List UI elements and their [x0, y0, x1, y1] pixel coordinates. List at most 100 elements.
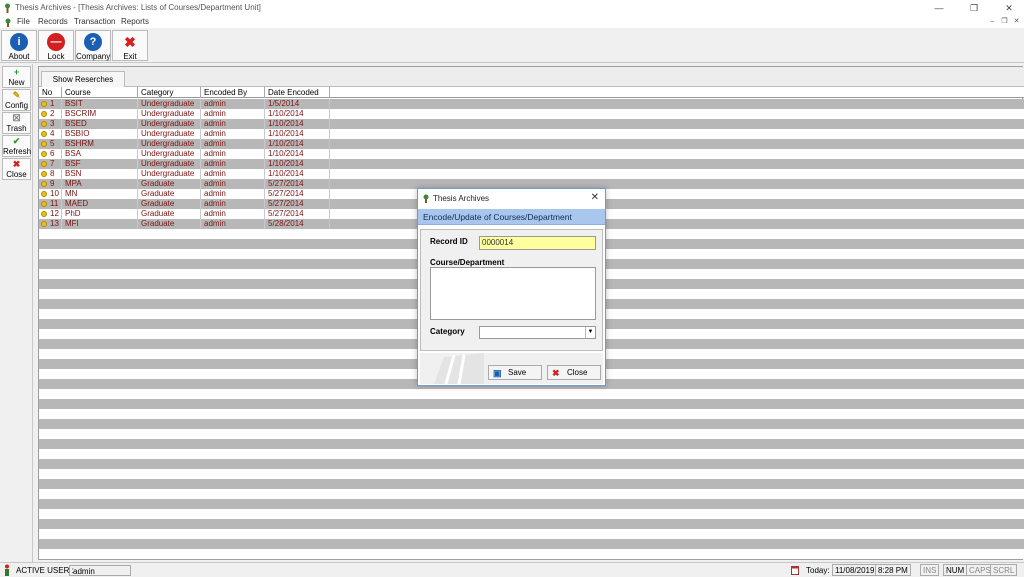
- cell-text: 3: [50, 119, 55, 128]
- table-row[interactable]: 8 BSN Undergraduate admin 1/10/2014: [39, 169, 1024, 179]
- table-cell: 1: [39, 99, 62, 109]
- table-cell: 9: [39, 179, 62, 189]
- empty-row[interactable]: [39, 439, 1024, 449]
- empty-row[interactable]: [39, 429, 1024, 439]
- cell-text: Graduate: [141, 199, 175, 208]
- restore-button[interactable]: ❐: [962, 0, 986, 16]
- course-department-field[interactable]: [430, 267, 596, 320]
- table-cell: 5/27/2014: [265, 199, 330, 209]
- table-cell: 12: [39, 209, 62, 219]
- minimize-button[interactable]: —: [927, 0, 951, 16]
- lock-button[interactable]: — Lock: [38, 30, 74, 61]
- empty-row[interactable]: [39, 399, 1024, 409]
- menu-file[interactable]: File: [17, 17, 30, 26]
- category-select[interactable]: ▼: [479, 326, 596, 339]
- empty-row[interactable]: [39, 549, 1024, 559]
- company-button[interactable]: ? Company: [75, 30, 111, 61]
- about-button[interactable]: i About: [1, 30, 37, 61]
- dialog-close-icon[interactable]: ✕: [591, 192, 599, 203]
- table-cell: 1/10/2014: [265, 149, 330, 159]
- column-header-category[interactable]: Category: [138, 87, 201, 98]
- empty-row[interactable]: [39, 489, 1024, 499]
- table-cell: admin: [201, 129, 265, 139]
- menu-reports[interactable]: Reports: [121, 17, 149, 26]
- table-cell: 8: [39, 169, 62, 179]
- cell-text: BSIT: [65, 99, 83, 108]
- empty-row[interactable]: [39, 509, 1024, 519]
- mdi-close-button[interactable]: ✕: [1011, 17, 1022, 27]
- table-row[interactable]: 5 BSHRM Undergraduate admin 1/10/2014: [39, 139, 1024, 149]
- row-status-icon: [41, 201, 47, 207]
- chevron-down-icon[interactable]: ▼: [585, 327, 595, 338]
- empty-row[interactable]: [39, 499, 1024, 509]
- exit-button[interactable]: ✖ Exit: [112, 30, 148, 61]
- table-cell: Graduate: [138, 199, 201, 209]
- trash-button[interactable]: ☒ Trash: [2, 112, 31, 134]
- cell-text: 7: [50, 159, 55, 168]
- table-row[interactable]: 2 BSCRIM Undergraduate admin 1/10/2014: [39, 109, 1024, 119]
- config-label: Config: [4, 101, 29, 110]
- table-row[interactable]: 6 BSA Undergraduate admin 1/10/2014: [39, 149, 1024, 159]
- table-cell: MAED: [62, 199, 138, 209]
- cell-text: 5/27/2014: [268, 179, 304, 188]
- empty-row[interactable]: [39, 539, 1024, 549]
- cell-text: admin: [204, 209, 226, 218]
- column-header-date-encoded[interactable]: Date Encoded: [265, 87, 330, 98]
- table-row[interactable]: 4 BSBIO Undergraduate admin 1/10/2014: [39, 129, 1024, 139]
- table-cell: Undergraduate: [138, 119, 201, 129]
- menu-records[interactable]: Records: [38, 17, 68, 26]
- tab-strip: Show Reserches: [39, 67, 1024, 87]
- cell-text: 1/10/2014: [268, 139, 304, 148]
- table-cell: 1/10/2014: [265, 139, 330, 149]
- table-row[interactable]: 3 BSED Undergraduate admin 1/10/2014: [39, 119, 1024, 129]
- mdi-restore-button[interactable]: ❐: [999, 17, 1010, 27]
- table-row[interactable]: 7 BSF Undergraduate admin 1/10/2014: [39, 159, 1024, 169]
- column-header-course[interactable]: Course: [62, 87, 138, 98]
- new-label: New: [8, 78, 25, 87]
- empty-row[interactable]: [39, 409, 1024, 419]
- table-row[interactable]: 1 BSIT Undergraduate admin 1/5/2014: [39, 99, 1024, 109]
- empty-row[interactable]: [39, 389, 1024, 399]
- empty-row[interactable]: [39, 519, 1024, 529]
- active-user-value: admin: [69, 565, 131, 576]
- cell-text: 2: [50, 109, 55, 118]
- num-indicator: NUM: [943, 564, 968, 576]
- column-header-encoded-by[interactable]: Encoded By: [201, 87, 265, 98]
- cell-text: BSN: [65, 169, 82, 178]
- empty-row[interactable]: [39, 479, 1024, 489]
- save-button[interactable]: ▣ Save: [488, 365, 542, 380]
- table-cell: admin: [201, 219, 265, 229]
- empty-row[interactable]: [39, 459, 1024, 469]
- empty-row[interactable]: [39, 449, 1024, 459]
- table-cell: BSBIO: [62, 129, 138, 139]
- mdi-minimize-button[interactable]: –: [987, 17, 998, 27]
- tab-show-researches[interactable]: Show Reserches: [41, 71, 125, 87]
- table-cell: 2: [39, 109, 62, 119]
- table-cell: 5/28/2014: [265, 219, 330, 229]
- table-cell: BSED: [62, 119, 138, 129]
- table-cell: admin: [201, 189, 265, 199]
- table-cell: 5/27/2014: [265, 189, 330, 199]
- table-cell: 4: [39, 129, 62, 139]
- cell-text: admin: [204, 219, 226, 228]
- window-close-button[interactable]: ✕: [997, 0, 1021, 16]
- table-cell: 11: [39, 199, 62, 209]
- empty-row[interactable]: [39, 529, 1024, 539]
- empty-row[interactable]: [39, 469, 1024, 479]
- cell-text: 13: [50, 219, 59, 228]
- cell-text: 1/10/2014: [268, 129, 304, 138]
- close-icon: ✖: [552, 368, 560, 378]
- sidebar-close-button[interactable]: ✖ Close: [2, 158, 31, 180]
- dialog-close-button[interactable]: ✖ Close: [547, 365, 601, 380]
- table-cell: 5/27/2014: [265, 179, 330, 189]
- row-status-icon: [41, 181, 47, 187]
- new-button[interactable]: + New: [2, 66, 31, 88]
- menu-transaction[interactable]: Transaction: [74, 17, 116, 26]
- column-header-no[interactable]: No: [39, 87, 62, 98]
- table-cell: 1/5/2014: [265, 99, 330, 109]
- empty-row[interactable]: [39, 419, 1024, 429]
- refresh-button[interactable]: ✔ Refresh: [2, 135, 31, 157]
- record-id-field[interactable]: 0000014: [479, 236, 596, 250]
- table-cell: 6: [39, 149, 62, 159]
- config-button[interactable]: ✎ Config: [2, 89, 31, 111]
